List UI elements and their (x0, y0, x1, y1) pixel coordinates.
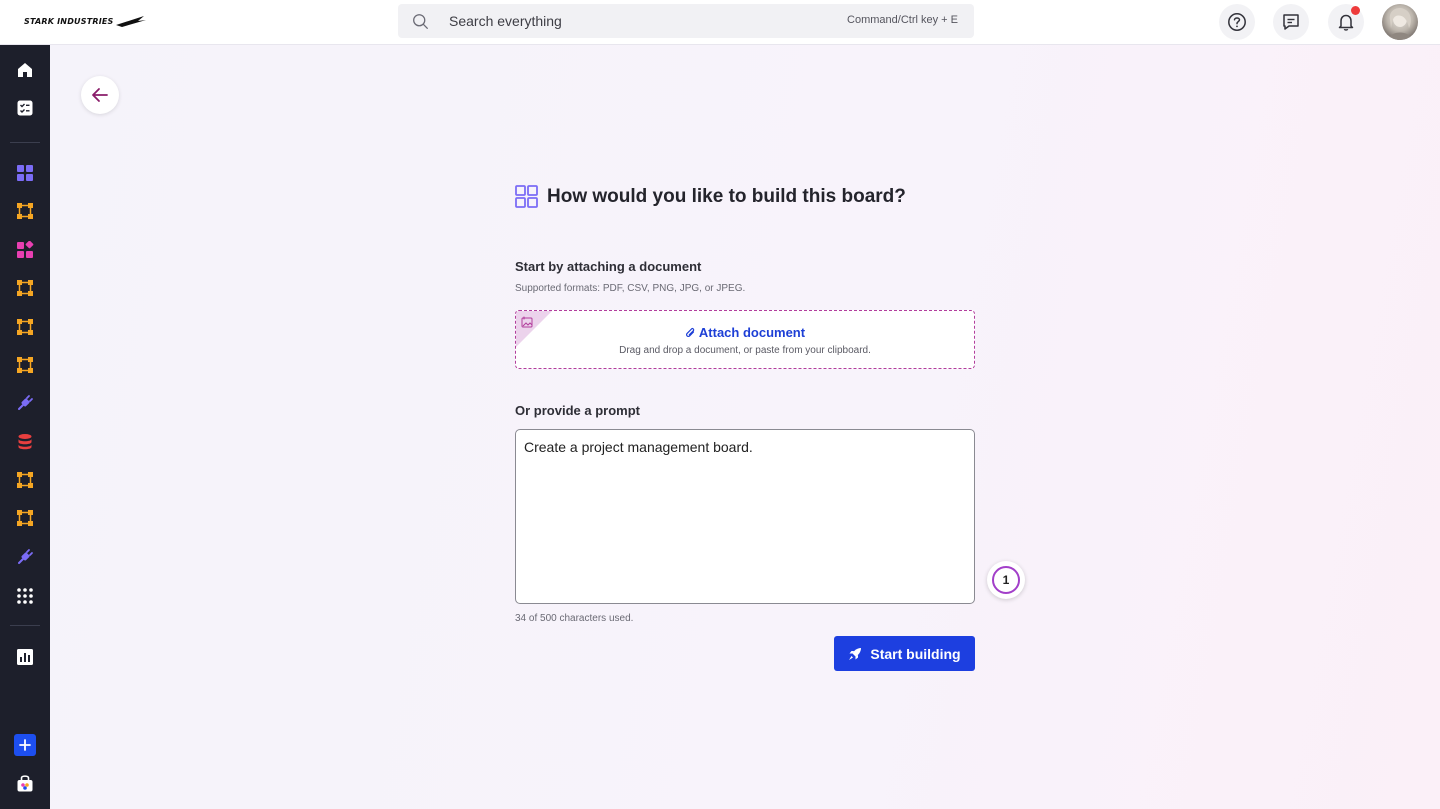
attach-document-link[interactable]: Attach document (516, 325, 974, 342)
search-icon (413, 14, 428, 29)
workflow-icon (17, 357, 33, 373)
arrow-left-icon (92, 88, 108, 102)
attach-formats-hint: Supported formats: PDF, CSV, PNG, JPG, o… (515, 283, 746, 294)
global-search[interactable]: Search everything Command/Ctrl key + E (398, 4, 974, 38)
top-bar: STARK INDUSTRIES Search everything Comma… (0, 0, 1440, 45)
sidebar-item-tasks[interactable] (13, 96, 37, 120)
notifications-button[interactable] (1328, 4, 1364, 40)
messages-button[interactable] (1273, 4, 1309, 40)
search-shortcut-hint: Command/Ctrl key + E (847, 14, 958, 26)
sidebar-item-store[interactable] (13, 771, 37, 795)
attach-section-label: Start by attaching a document (515, 259, 702, 274)
chart-icon (17, 649, 33, 665)
sidebar-item-workflow-5[interactable] (13, 468, 37, 492)
prompt-section-label: Or provide a prompt (515, 403, 640, 418)
attach-drag-hint: Drag and drop a document, or paste from … (619, 345, 871, 356)
company-logo[interactable]: STARK INDUSTRIES (24, 14, 146, 28)
logo-swoosh-icon (115, 16, 146, 27)
start-building-label: Start building (870, 645, 961, 662)
apps-icon (17, 588, 33, 604)
logo-text: STARK INDUSTRIES (24, 16, 114, 26)
workflow-icon (17, 319, 33, 335)
user-avatar[interactable] (1382, 4, 1418, 40)
sidebar-item-add[interactable] (13, 733, 37, 757)
sidebar-item-apps[interactable] (13, 584, 37, 608)
notification-dot (1351, 6, 1360, 15)
document-dropzone[interactable]: Attach document Drag and drop a document… (515, 310, 975, 369)
search-placeholder: Search everything (449, 13, 562, 29)
sidebar-item-workflow-6[interactable] (13, 506, 37, 530)
message-icon (1283, 14, 1299, 30)
attach-document-label: Attach document (698, 325, 806, 340)
bell-icon (1338, 14, 1354, 31)
sidebar-item-home[interactable] (13, 58, 37, 82)
sidebar-item-board-grid[interactable] (13, 161, 37, 185)
workflow-icon (17, 510, 33, 526)
database-icon (18, 434, 32, 450)
sidebar-item-workflow-4[interactable] (13, 353, 37, 377)
sidebar-item-database[interactable] (13, 430, 37, 454)
workflow-icon (17, 280, 33, 296)
board-grid-icon (515, 185, 538, 208)
widgets-icon (17, 241, 34, 258)
character-counter: 34 of 500 characters used. (515, 613, 634, 624)
sidebar-item-workflow-1[interactable] (13, 199, 37, 223)
add-icon (14, 734, 36, 756)
sidebar (0, 45, 50, 809)
workflow-icon (17, 472, 33, 488)
tasks-icon (17, 100, 33, 116)
start-building-button[interactable]: Start building (834, 636, 975, 671)
workflow-icon (17, 203, 33, 219)
help-icon (1228, 13, 1246, 31)
page-title: How would you like to build this board? (547, 185, 906, 207)
avatar-image (1388, 8, 1412, 40)
page-heading: How would you like to build this board? (515, 185, 906, 208)
sidebar-item-workflow-3[interactable] (13, 315, 37, 339)
grid-icon (17, 165, 33, 181)
sidebar-divider (10, 142, 40, 143)
prompt-textarea[interactable]: Create a project management board. (515, 429, 975, 604)
plug-icon (18, 395, 33, 410)
rocket-icon (848, 647, 862, 661)
step-number: 1 (992, 566, 1020, 594)
sidebar-divider (10, 625, 40, 626)
sidebar-item-widgets[interactable] (13, 238, 37, 262)
sidebar-item-reports[interactable] (13, 645, 37, 669)
main-content (50, 45, 1440, 809)
back-button[interactable] (81, 76, 119, 114)
sidebar-item-workflow-2[interactable] (13, 276, 37, 300)
step-indicator: 1 (987, 561, 1025, 599)
home-icon (18, 63, 32, 77)
help-button[interactable] (1219, 4, 1255, 40)
plug-icon (18, 549, 33, 564)
paperclip-icon (685, 327, 696, 342)
sidebar-item-integration-2[interactable] (13, 545, 37, 569)
store-icon (17, 775, 33, 792)
sidebar-item-integration-1[interactable] (13, 391, 37, 415)
